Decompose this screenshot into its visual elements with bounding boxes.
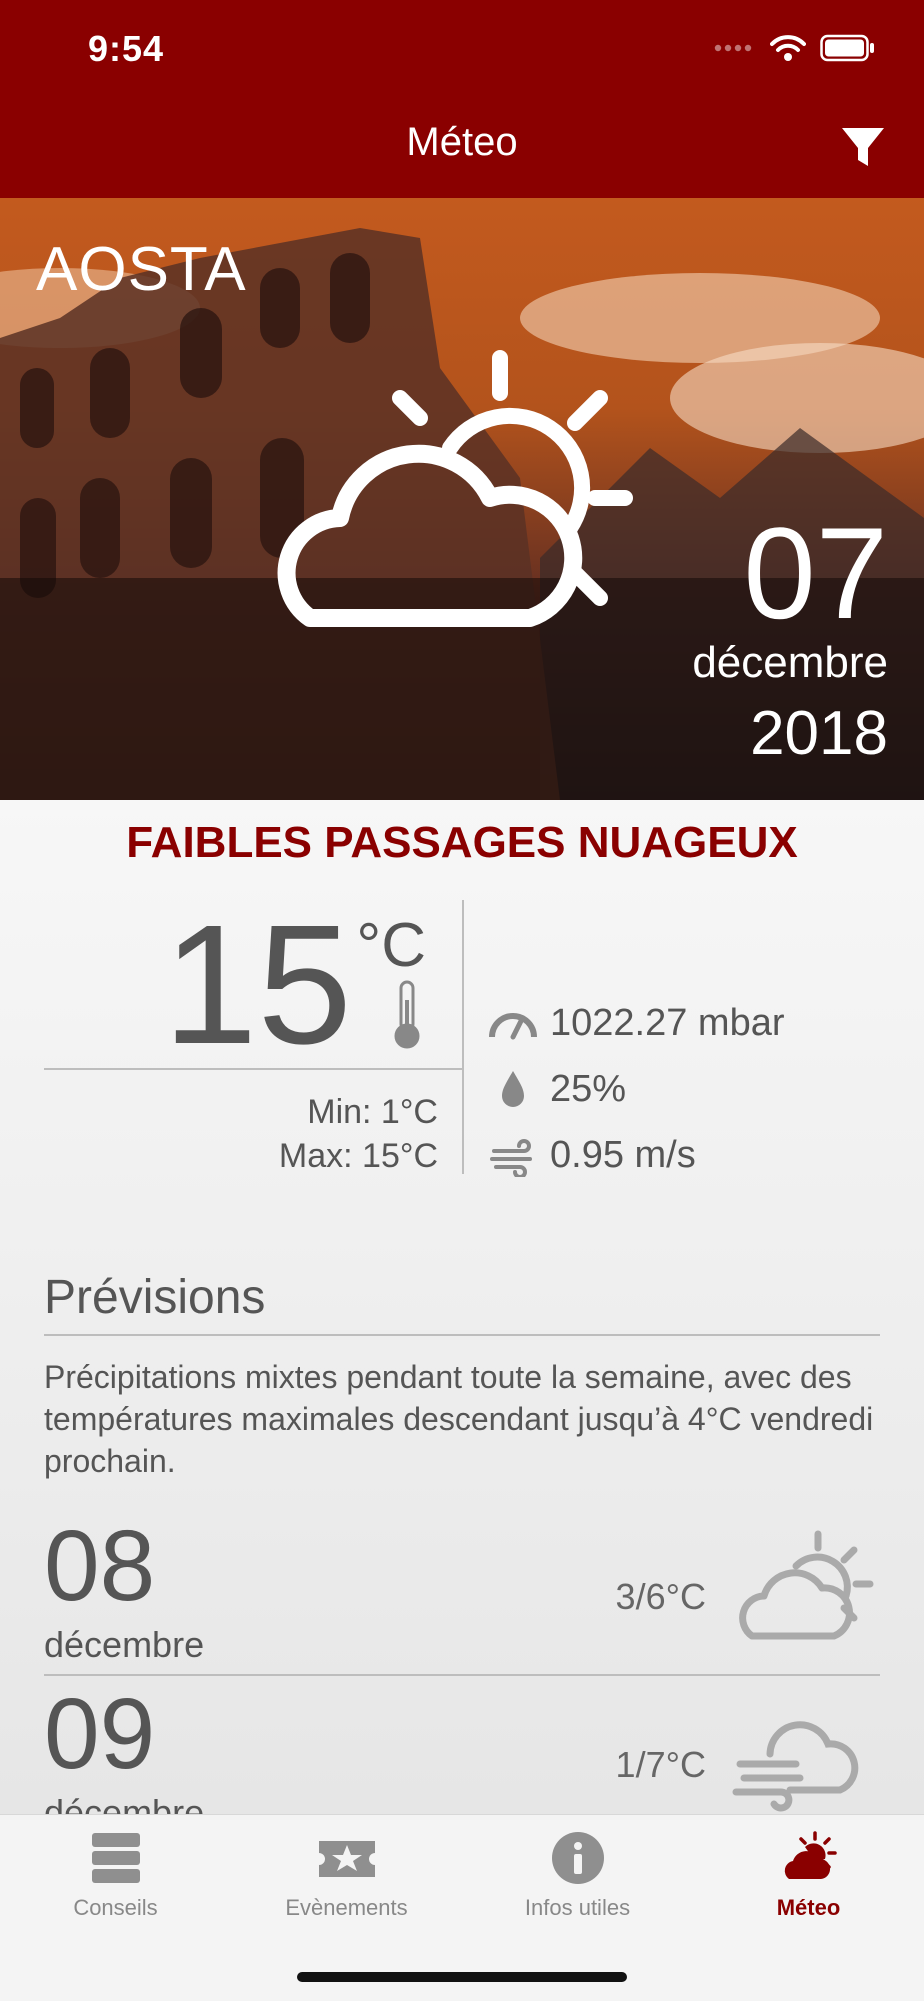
partly-cloudy-icon	[277, 350, 633, 627]
wind-icon	[490, 1139, 532, 1177]
status-icons	[714, 34, 876, 62]
tab-conseils[interactable]: Conseils	[0, 1831, 231, 1921]
divider	[44, 1068, 462, 1070]
forecast-temp: 3/6°C	[615, 1576, 706, 1617]
min-max: Min: 1°C Max: 15°C	[279, 1090, 438, 1178]
home-indicator[interactable]	[297, 1972, 627, 1982]
current-temperature: 15 °C	[44, 900, 462, 1070]
battery-icon	[820, 34, 874, 62]
forecast-day: 08	[44, 1510, 156, 1622]
weather-icon	[784, 1831, 837, 1879]
tab-infos-utiles[interactable]: Infos utiles	[462, 1831, 693, 1921]
temp-max: Max: 15°C	[278, 1137, 438, 1175]
forecast-row[interactable]: 09 décembre 1/7°C	[44, 1684, 880, 1815]
forecast-temp: 1/7°C	[615, 1744, 706, 1785]
tab-label: Evènements	[285, 1895, 408, 1920]
wind-value: 0.95 m/s	[550, 1133, 696, 1176]
tab-label: Conseils	[73, 1895, 158, 1920]
windy-cloud-icon	[732, 1721, 859, 1812]
humidity-stat: 25%	[486, 1056, 785, 1122]
forecast-description: Précipitations mixtes pendant toute la s…	[44, 1359, 874, 1479]
pressure-stat: 1022.27 mbar	[486, 990, 785, 1056]
wifi-icon	[770, 35, 806, 61]
hero-banner: AOSTA 07 décembre 2018	[0, 198, 924, 800]
humidity-value: 25%	[550, 1067, 627, 1110]
partly-cloudy-icon	[739, 1530, 874, 1640]
tab-evenements[interactable]: Evènements	[231, 1831, 462, 1921]
city-name: AOSTA	[36, 235, 247, 304]
info-icon	[551, 1832, 604, 1884]
forecast-month: décembre	[44, 1792, 205, 1815]
divider	[44, 1334, 880, 1336]
page-title: Méteo	[406, 120, 518, 164]
forecast-day: 09	[44, 1678, 156, 1790]
drop-icon	[502, 1071, 524, 1107]
forecast-row[interactable]: 08 décembre 3/6°C	[44, 1516, 880, 1682]
temp-min: Min: 1°C	[307, 1093, 438, 1131]
forecast-month: décembre	[44, 1624, 205, 1665]
temperature-value: 15	[162, 890, 352, 1080]
temperature-unit: °C	[356, 911, 426, 980]
hero-day: 07	[743, 500, 888, 646]
signal-icon	[714, 44, 752, 52]
weather-stats: 1022.27 mbar 25% 0.95 m/s	[486, 990, 785, 1188]
divider	[44, 1674, 880, 1676]
tab-label: Infos utiles	[524, 1895, 631, 1920]
status-bar: 9:54	[0, 0, 924, 100]
tab-meteo[interactable]: Méteo	[693, 1831, 924, 1921]
tab-label: Méteo	[776, 1895, 841, 1920]
forecast-title: Prévisions	[44, 1271, 266, 1324]
weather-content[interactable]: FAIBLES PASSAGES NUAGEUX 15 °C Min: 1°C …	[0, 800, 924, 1815]
ticket-star-icon	[318, 1841, 375, 1877]
hero-year: 2018	[750, 699, 888, 768]
gauge-icon	[489, 1013, 537, 1040]
status-time: 9:54	[88, 28, 165, 69]
stack-icon	[91, 1833, 140, 1883]
wind-stat: 0.95 m/s	[486, 1122, 785, 1188]
thermometer-icon	[394, 980, 420, 1049]
condition-title: FAIBLES PASSAGES NUAGEUX	[126, 818, 798, 867]
nav-bar: Méteo	[0, 100, 924, 198]
pressure-value: 1022.27 mbar	[550, 1001, 785, 1044]
hero-month: décembre	[692, 638, 888, 687]
filter-icon[interactable]	[838, 122, 888, 172]
vertical-divider	[462, 900, 464, 1174]
